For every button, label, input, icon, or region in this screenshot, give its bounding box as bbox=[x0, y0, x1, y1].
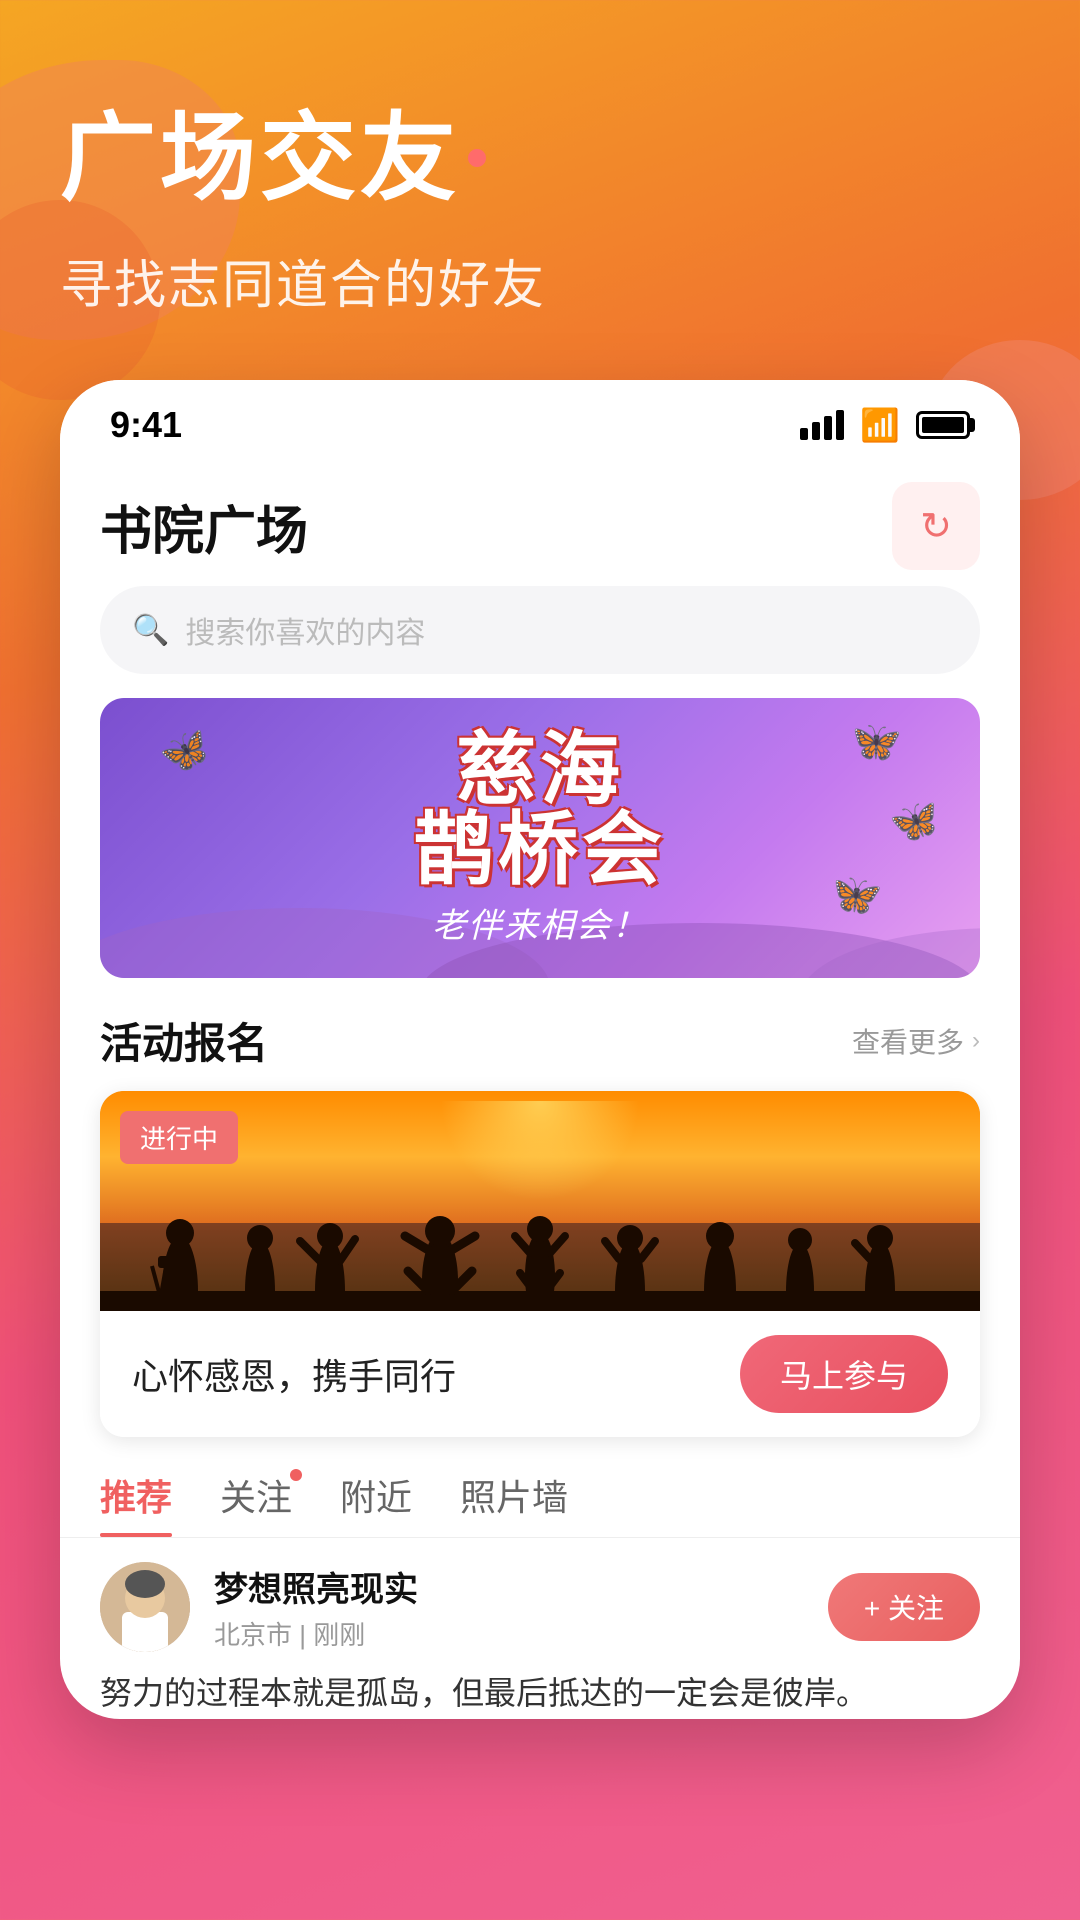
banner-main-line1: 慈海 bbox=[414, 730, 666, 810]
tab-follow-dot bbox=[290, 1469, 302, 1481]
activity-image: 进行中 bbox=[100, 1091, 980, 1311]
chevron-right-icon: › bbox=[972, 1027, 980, 1055]
post-content: 努力的过程本就是孤岛，但最后抵达的一定会是彼岸。 bbox=[100, 1668, 980, 1719]
butterfly-icon-2: 🦋 bbox=[845, 712, 905, 770]
avatar[interactable] bbox=[100, 1562, 190, 1652]
activity-section-title: 活动报名 bbox=[100, 1010, 268, 1071]
post-user-info: 梦想照亮现实 北京市 | 刚刚 bbox=[214, 1562, 418, 1652]
post-username: 梦想照亮现实 bbox=[214, 1562, 418, 1611]
signal-icon bbox=[800, 410, 844, 440]
banner-title: 慈海 鹊桥会 老伴来相会！ bbox=[414, 730, 666, 947]
battery-icon bbox=[916, 411, 970, 439]
banner-main-line2: 鹊桥会 bbox=[414, 810, 666, 890]
butterfly-icon-3: 🦋 bbox=[886, 794, 943, 849]
status-time: 9:41 bbox=[110, 404, 182, 446]
avatar-image bbox=[100, 1562, 190, 1652]
banner-sub-text: 老伴来相会！ bbox=[414, 898, 666, 947]
tab-photo-wall[interactable]: 照片墙 bbox=[460, 1469, 568, 1537]
tab-recommend[interactable]: 推荐 bbox=[100, 1469, 172, 1537]
tab-nearby[interactable]: 附近 bbox=[340, 1469, 412, 1537]
status-bar: 9:41 📶 bbox=[60, 380, 1020, 462]
activity-section-header: 活动报名 查看更多 › bbox=[60, 1010, 1020, 1091]
refresh-button[interactable]: ↻ bbox=[892, 482, 980, 570]
tab-follow[interactable]: 关注 bbox=[220, 1469, 292, 1537]
join-button[interactable]: 马上参与 bbox=[740, 1335, 948, 1413]
post-user: 梦想照亮现实 北京市 | 刚刚 bbox=[100, 1562, 418, 1652]
banner[interactable]: 🦋 🦋 🦋 🦋 慈海 鹊桥会 老伴来相会！ bbox=[100, 698, 980, 978]
post-meta: 北京市 | 刚刚 bbox=[214, 1615, 418, 1652]
butterfly-icon-1: 🦋 bbox=[153, 721, 216, 782]
post-header: 梦想照亮现实 北京市 | 刚刚 + 关注 bbox=[100, 1562, 980, 1652]
activity-name: 心怀感恩，携手同行 bbox=[132, 1348, 456, 1400]
search-placeholder-text: 搜索你喜欢的内容 bbox=[185, 608, 425, 652]
view-more-label: 查看更多 bbox=[852, 1021, 964, 1061]
post-card: 梦想照亮现实 北京市 | 刚刚 + 关注 努力的过程本就是孤岛，但最后抵达的一定… bbox=[60, 1562, 1020, 1719]
tabs-row: 推荐 关注 附近 照片墙 bbox=[60, 1469, 1020, 1538]
follow-button[interactable]: + 关注 bbox=[828, 1573, 980, 1641]
battery-fill bbox=[922, 417, 964, 433]
wifi-icon: 📶 bbox=[860, 406, 900, 444]
activity-silhouettes bbox=[100, 1181, 980, 1311]
app-header: 书院广场 ↻ bbox=[60, 462, 1020, 586]
activity-badge: 进行中 bbox=[120, 1111, 238, 1164]
view-more-button[interactable]: 查看更多 › bbox=[852, 1021, 980, 1061]
search-icon: 🔍 bbox=[132, 613, 169, 648]
sub-title: 寻找志同道合的好友 bbox=[60, 243, 1020, 318]
page-header: 广场交友 寻找志同道合的好友 bbox=[0, 0, 1080, 358]
status-icons: 📶 bbox=[800, 406, 970, 444]
avatar-svg bbox=[100, 1562, 190, 1652]
phone-mockup: 9:41 📶 书院广场 ↻ 🔍 搜索你喜欢的内容 🦋 🦋 🦋 🦋 bbox=[60, 380, 1020, 1719]
search-bar[interactable]: 🔍 搜索你喜欢的内容 bbox=[100, 586, 980, 674]
app-title: 书院广场 bbox=[100, 489, 308, 564]
main-title: 广场交友 bbox=[60, 80, 1020, 219]
activity-footer: 心怀感恩，携手同行 马上参与 bbox=[100, 1311, 980, 1437]
title-dot bbox=[468, 149, 486, 167]
activity-card[interactable]: 进行中 bbox=[100, 1091, 980, 1437]
